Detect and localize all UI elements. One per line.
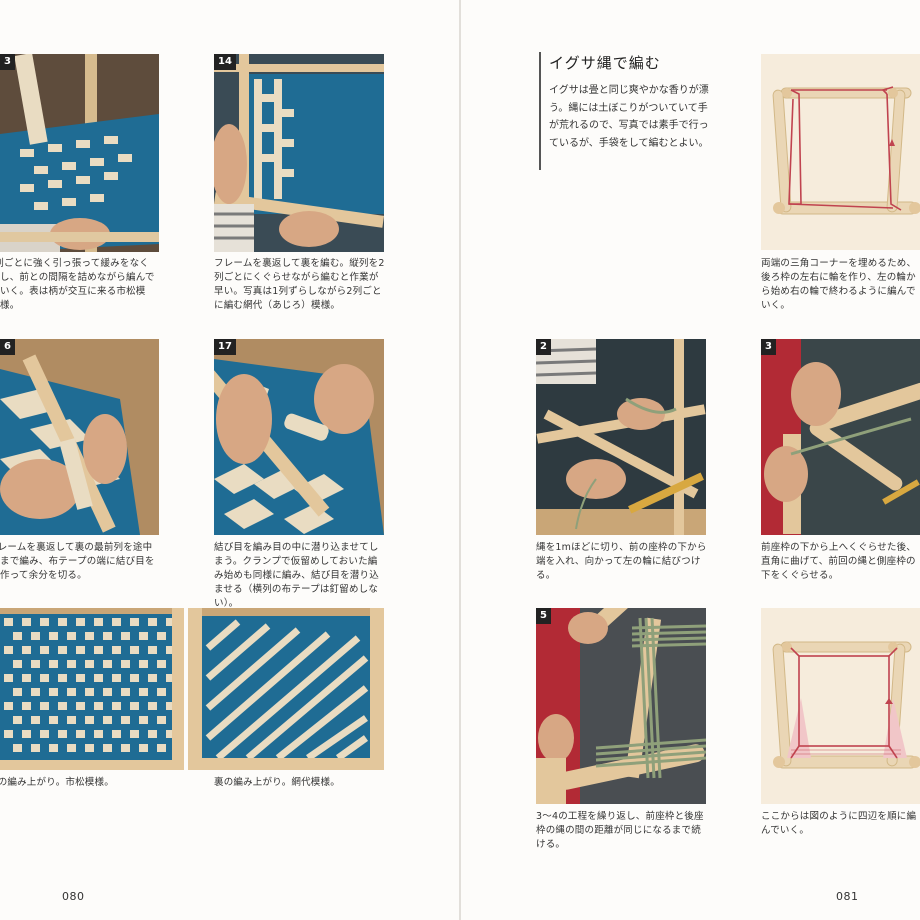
rush-diagram-1 bbox=[761, 54, 920, 250]
section-title: イグサ縄で編む bbox=[549, 54, 661, 72]
step-number-badge: 6 bbox=[0, 339, 15, 355]
step-photo-17: 17 bbox=[214, 339, 384, 535]
page-number-left: 080 bbox=[62, 890, 85, 903]
step-photo-13: 3 bbox=[0, 54, 159, 252]
step-number-badge: 17 bbox=[214, 339, 236, 355]
step-number-badge: 2 bbox=[536, 339, 551, 355]
section-title-rule bbox=[539, 52, 541, 170]
diagram-caption: ここからは図のように四辺を順に編んでいく。 bbox=[761, 811, 917, 836]
step-number-badge: 14 bbox=[214, 54, 236, 70]
step-caption: フレームを裏返して裏を編む。縦列を2列ごとにくぐらせながら編むと作業が早い。写真… bbox=[214, 258, 385, 311]
page-number-right: 081 bbox=[836, 890, 859, 903]
photo-caption: 表の編み上がり。市松模様。 bbox=[0, 777, 114, 788]
finished-front-photo bbox=[0, 608, 184, 770]
finished-back-photo bbox=[188, 608, 384, 770]
step-caption: フレームを裏返して裏の最前列を途中まで編み、布テープの端に結び目を作って余分を切… bbox=[0, 542, 155, 581]
step-caption: 結び目を編み目の中に潜り込ませてしまう。クランプで仮留めしておいた編み始めも同様… bbox=[214, 542, 379, 609]
step-number-badge: 3 bbox=[761, 339, 776, 355]
photo-caption: 裏の編み上がり。網代模様。 bbox=[214, 777, 340, 788]
step-caption: 縄を1mほどに切り、前の座枠の下から端を入れ、向かって左の輪に結びつける。 bbox=[536, 542, 707, 581]
section-intro: イグサは畳と同じ爽やかな香りが漂う。縄には土ぼこりがついていて手が荒れるので、写… bbox=[549, 85, 709, 149]
step-number-badge: 5 bbox=[536, 608, 551, 624]
diagram-caption: 両端の三角コーナーを埋めるため、後ろ枠の左右に輪を作り、左の輪から始め右の輪で終… bbox=[761, 258, 917, 311]
step-number-badge: 3 bbox=[0, 54, 15, 70]
step-photo-rush-2: 2 bbox=[536, 339, 706, 535]
step-caption: 前座枠の下から上へくぐらせた後、直角に曲げて、前回の縄と側座枠の下をくぐらせる。 bbox=[761, 542, 917, 581]
step-photo-rush-3: 3 bbox=[761, 339, 920, 535]
step-caption: 1列ごとに強く引っ張って緩みをなくし、前との間隔を詰めながら編んでいく。表は柄が… bbox=[0, 258, 155, 311]
rush-diagram-2 bbox=[761, 608, 920, 804]
step-caption: 3〜4の工程を繰り返し、前座枠と後座枠の縄の間の距離が同じになるまで続ける。 bbox=[536, 811, 704, 850]
step-photo-rush-5: 5 bbox=[536, 608, 706, 804]
step-photo-16: 6 bbox=[0, 339, 159, 535]
step-photo-14: 14 bbox=[214, 54, 384, 252]
